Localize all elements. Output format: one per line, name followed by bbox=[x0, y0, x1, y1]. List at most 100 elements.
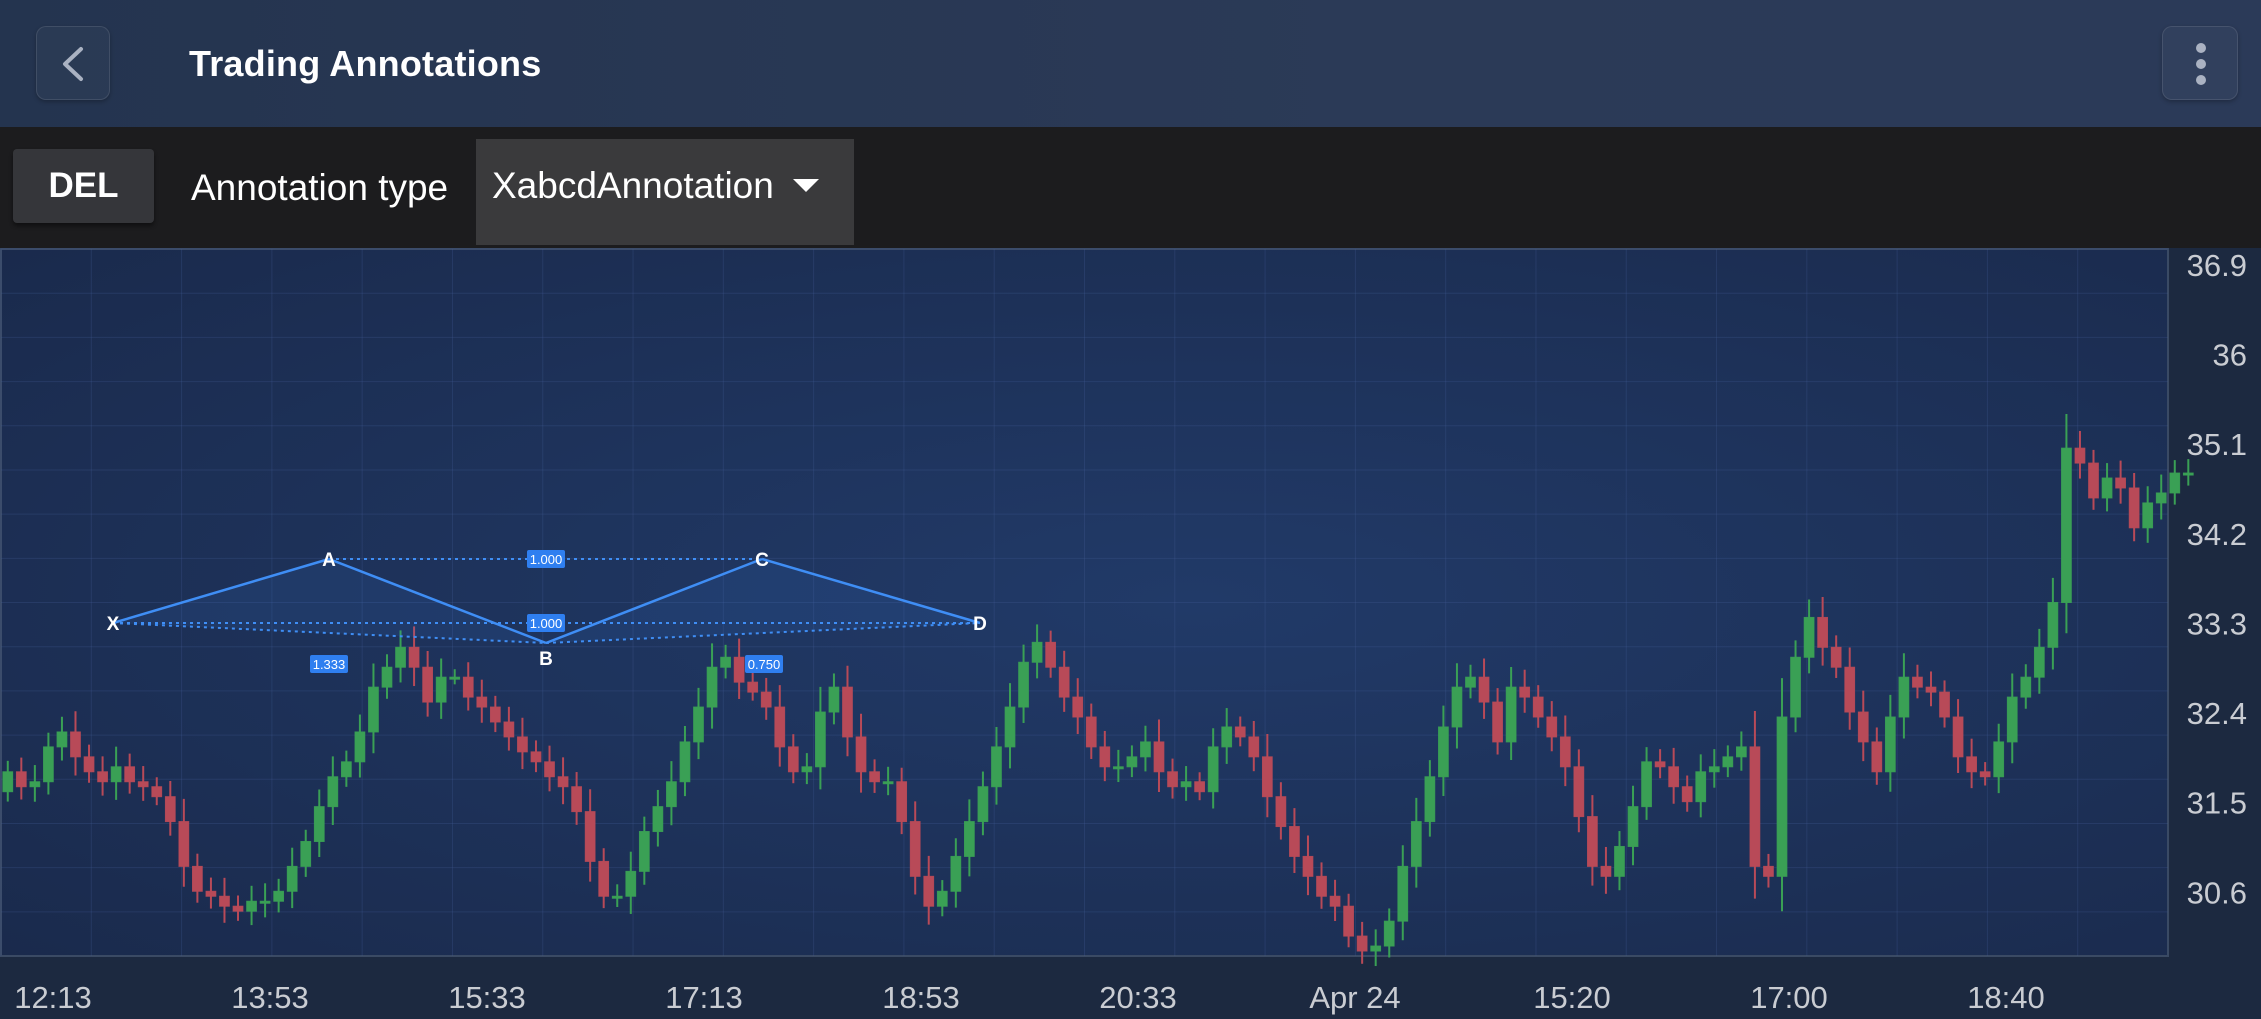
candle-body bbox=[1614, 845, 1625, 877]
candle-body bbox=[2182, 472, 2194, 476]
candle-body bbox=[1248, 736, 1260, 758]
candle-body bbox=[1018, 661, 1029, 708]
chart-area[interactable]: 1.000 1.000 1.333 0.750 X A B C D 36.9 36 35.1 34.2… bbox=[0, 248, 2261, 1019]
candle-body bbox=[1735, 746, 1747, 758]
page-title: Trading Annotations bbox=[189, 43, 542, 84]
candle-body bbox=[720, 656, 731, 668]
y-tick-label: 36 bbox=[2213, 338, 2247, 373]
x-tick-label: 17:00 bbox=[1750, 980, 1828, 1015]
candle-body bbox=[1790, 656, 1801, 718]
x-tick-label: 20:33 bbox=[1099, 980, 1177, 1015]
candle-body bbox=[1126, 756, 1138, 768]
candle-body bbox=[679, 741, 691, 783]
candle-body bbox=[1492, 701, 1503, 743]
candle-body bbox=[1275, 796, 1287, 828]
x-tick-label: 13:53 bbox=[231, 980, 309, 1015]
candle-body bbox=[70, 731, 81, 758]
candle-body bbox=[1167, 771, 1178, 788]
ratio-label-bd: 0.750 bbox=[748, 657, 781, 672]
candle-body bbox=[435, 676, 447, 703]
ratio-label-ac: 1.000 bbox=[530, 552, 563, 567]
candle-body bbox=[638, 831, 650, 872]
more-options-button[interactable] bbox=[2162, 26, 2238, 100]
candle-body bbox=[354, 731, 366, 763]
candle-body bbox=[110, 766, 122, 783]
candle-body bbox=[760, 691, 772, 708]
candle-body bbox=[611, 895, 623, 899]
candle-body bbox=[1194, 781, 1205, 793]
candle-body bbox=[801, 766, 813, 773]
candle-body bbox=[1045, 641, 1057, 668]
candle-body bbox=[2142, 502, 2154, 529]
candle-body bbox=[151, 786, 163, 798]
candle-body bbox=[1925, 686, 1937, 693]
candle-body bbox=[1356, 935, 1368, 952]
candle-body bbox=[1519, 686, 1531, 698]
candle-body bbox=[1898, 676, 1910, 718]
candle-body bbox=[1817, 616, 1829, 648]
annotation-toolbar: DEL Annotation type XabcdAnnotation bbox=[0, 127, 2261, 248]
x-tick-label: 12:13 bbox=[14, 980, 92, 1015]
x-tick-label: 15:33 bbox=[448, 980, 526, 1015]
candle-body bbox=[1316, 875, 1327, 897]
candlestick-chart[interactable]: 1.000 1.000 1.333 0.750 X A B C D 36.9 36 35.1 34.2… bbox=[0, 248, 2261, 1019]
candle-body bbox=[1085, 716, 1097, 748]
y-tick-label: 34.2 bbox=[2187, 517, 2247, 552]
candle-body bbox=[2155, 492, 2167, 504]
candle-body bbox=[97, 771, 108, 783]
candle-body bbox=[977, 786, 989, 823]
candle-body bbox=[15, 771, 27, 788]
candle-body bbox=[273, 890, 285, 902]
candle-body bbox=[1668, 766, 1680, 788]
candle-body bbox=[1072, 696, 1084, 718]
candle-body bbox=[368, 686, 379, 733]
candle-body bbox=[2169, 472, 2181, 494]
y-tick-label: 33.3 bbox=[2187, 606, 2247, 641]
candle-body bbox=[1451, 686, 1463, 728]
candle bbox=[2182, 459, 2194, 486]
candle-body bbox=[2006, 696, 2018, 743]
candle-body bbox=[1532, 696, 1544, 718]
candle-body bbox=[83, 756, 95, 773]
ratio-label-xd: 1.000 bbox=[530, 616, 563, 631]
candle-body bbox=[246, 900, 257, 912]
y-tick-label: 31.5 bbox=[2187, 786, 2247, 821]
candle-body bbox=[666, 781, 677, 808]
candle-body bbox=[503, 721, 515, 738]
candle-body bbox=[327, 776, 339, 808]
candle-body bbox=[381, 666, 393, 688]
candle-body bbox=[1261, 756, 1273, 798]
candle-body bbox=[787, 746, 799, 773]
candle-body bbox=[1559, 736, 1571, 768]
candle-body bbox=[422, 666, 434, 703]
candle-body bbox=[774, 706, 786, 748]
candle-body bbox=[882, 781, 894, 785]
candle-body bbox=[462, 676, 474, 698]
candle-body bbox=[178, 821, 190, 867]
candle-body bbox=[1438, 726, 1449, 778]
candle-body bbox=[340, 761, 352, 778]
candle-body bbox=[652, 806, 664, 833]
candle-body bbox=[1004, 706, 1016, 748]
candle-body bbox=[1966, 756, 1977, 773]
candle-body bbox=[1153, 741, 1165, 773]
candle-body bbox=[828, 686, 840, 713]
back-button[interactable] bbox=[36, 26, 110, 100]
candle-body bbox=[1546, 716, 1558, 738]
candle-body bbox=[1370, 945, 1382, 952]
candle-body bbox=[869, 771, 880, 783]
candle-body bbox=[1424, 776, 1436, 823]
delete-button[interactable]: DEL bbox=[13, 149, 154, 223]
candle-body bbox=[1641, 761, 1652, 808]
candle-body bbox=[2101, 477, 2113, 499]
candle-body bbox=[1979, 771, 1991, 778]
x-tick-label: Apr 24 bbox=[1309, 980, 1400, 1015]
annotation-type-dropdown[interactable]: XabcdAnnotation bbox=[476, 139, 854, 245]
candle-body bbox=[476, 696, 488, 708]
candle-body bbox=[219, 895, 230, 907]
candle-body bbox=[1329, 895, 1341, 907]
candle bbox=[2169, 460, 2181, 505]
y-tick-label: 36.9 bbox=[2187, 248, 2247, 283]
candle-body bbox=[557, 776, 569, 788]
y-tick-label: 32.4 bbox=[2187, 696, 2247, 731]
